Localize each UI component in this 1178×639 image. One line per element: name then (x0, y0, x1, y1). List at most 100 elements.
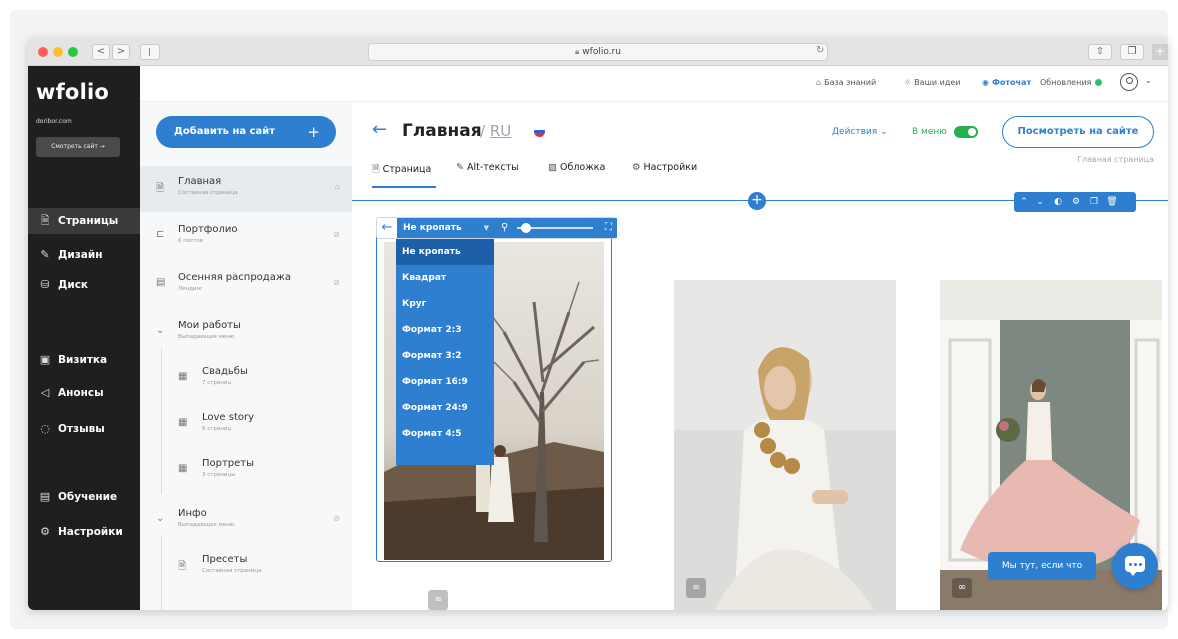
page-item-info[interactable]: ⌄ Инфо Выпадающее меню ⊘ (140, 498, 352, 544)
page-name: Пресеты (202, 554, 248, 565)
sidebar-item-design[interactable]: ✎ Дизайн (28, 242, 140, 268)
tab-settings[interactable]: ⚙ Настройки (632, 162, 697, 173)
share-icon[interactable]: ⇧ (1088, 44, 1112, 60)
grid-icon: ▦ (178, 463, 188, 474)
back-arrow-icon[interactable]: ← (372, 119, 387, 140)
duplicate-icon[interactable]: ❐ (1088, 192, 1100, 212)
knowledge-base-label: База знаний (824, 78, 877, 87)
crop-mode-select[interactable]: Не кропать ▼ (397, 218, 495, 238)
page-type: 3 страницы (202, 472, 236, 478)
back-button[interactable]: < (92, 44, 110, 60)
sidebar-item-label: Отзывы (58, 423, 105, 435)
in-menu-toggle[interactable] (954, 126, 978, 138)
chevron-down-icon: ▼ (483, 224, 489, 232)
updates-link[interactable]: Обновления (1040, 78, 1103, 87)
chevron-down-icon[interactable]: ⌄ (1145, 76, 1152, 85)
chevron-down-icon[interactable]: ⌄ (156, 325, 164, 336)
sidebar-item-reviews[interactable]: ◌ Отзывы (28, 416, 140, 442)
home-page-note: Главная страница (1077, 155, 1154, 164)
user-icon[interactable] (1120, 73, 1138, 91)
page-item-portraits[interactable]: ▦ Портреты 3 страницы (140, 448, 352, 494)
sidebar-item-label: Диск (58, 279, 89, 291)
actions-dropdown[interactable]: Действия ⌄ (832, 127, 888, 137)
see-site-button[interactable]: Смотреть сайт → (36, 137, 120, 157)
back-arrow-icon[interactable]: ← (377, 218, 397, 238)
tabs-overview-icon[interactable]: ❐ (1120, 44, 1144, 60)
browser-sidebar-toggle[interactable] (140, 44, 160, 60)
photochat-label: Фоточат (991, 78, 1032, 87)
hidden-eye-icon[interactable]: ⊘ (333, 514, 340, 523)
hidden-eye-icon[interactable]: ⊘ (333, 230, 340, 239)
zoom-slider-handle[interactable] (521, 223, 531, 233)
crop-option[interactable]: Формат 4:5 (396, 421, 494, 447)
palette-icon[interactable]: ◐ (1052, 192, 1064, 212)
page-name: Главная (178, 176, 222, 187)
language-switch[interactable]: / RU (480, 122, 511, 140)
add-block-button[interactable]: + (748, 192, 766, 210)
tab-label: Alt-тексты (466, 162, 519, 173)
page-item-home[interactable]: 🗎 Главная Составная страница ⌂ (140, 166, 352, 212)
tab-label: Страница (382, 164, 432, 175)
chat-dot (1134, 563, 1137, 566)
link-icon[interactable]: ∞ (686, 578, 706, 598)
new-tab-button[interactable]: + (1152, 44, 1168, 60)
tab-cover[interactable]: ▨ Обложка (548, 162, 605, 173)
chevron-up-icon[interactable]: ⌃ (1018, 192, 1030, 212)
page-item-my-works[interactable]: ⌄ Мои работы Выпадающее меню (140, 310, 352, 356)
forward-button[interactable]: > (112, 44, 130, 60)
sidebar-item-pages[interactable]: 🗎 Страницы (28, 208, 140, 234)
add-to-site-button[interactable]: Добавить на сайт + (156, 116, 336, 148)
crop-option[interactable]: Круг (396, 291, 494, 317)
chevron-down-icon[interactable]: ⌄ (1034, 192, 1046, 212)
trash-icon[interactable]: 🗑︎ (1106, 192, 1118, 212)
active-tab-indicator (372, 186, 436, 188)
sidebar-item-announcements[interactable]: ◁ Анонсы (28, 380, 140, 406)
ideas-link[interactable]: ☼ Ваши идеи (904, 78, 960, 87)
lock-icon: 🔒︎ (575, 47, 580, 56)
maximize-window-button[interactable] (68, 47, 78, 57)
photochat-link[interactable]: ◉ Фоточат (982, 78, 1031, 87)
fit-frame-icon[interactable]: ⛶ (605, 218, 612, 238)
crop-option[interactable]: Не кропать (396, 239, 494, 265)
sidebar-item-settings[interactable]: ⚙ Настройки (28, 519, 140, 545)
page-name: Портреты (202, 458, 255, 469)
page-item-autumn-sale[interactable]: ▤ Осенняя распродажа Лендинг ⊘ (140, 262, 352, 308)
updates-label: Обновления (1040, 78, 1092, 87)
knowledge-base-link[interactable]: ⌂ База знаний (816, 78, 876, 87)
add-to-site-label: Добавить на сайт (174, 126, 276, 137)
address-bar[interactable]: 🔒︎ wfolio.ru (368, 43, 828, 61)
page-item-love-story[interactable]: ▦ Love story 6 страниц (140, 402, 352, 448)
tab-alt-texts[interactable]: ✎ Alt-тексты (456, 162, 519, 173)
crop-option[interactable]: Формат 3:2 (396, 343, 494, 369)
reload-icon[interactable]: ↻ (816, 45, 824, 56)
gallery-photo[interactable] (674, 280, 896, 610)
link-icon[interactable]: ∞ (428, 590, 448, 610)
chat-button[interactable] (1112, 543, 1158, 589)
site-domain: doribor.com (36, 118, 72, 125)
sidebar-item-learning[interactable]: ▤ Обучение (28, 484, 140, 510)
page-type: Составная страница (178, 190, 238, 196)
page-item-portfolio[interactable]: ⊏ Портфолио 6 постов ⊘ (140, 214, 352, 260)
chat-prompt[interactable]: Мы тут, если что (988, 552, 1096, 580)
link-icon[interactable]: ∞ (952, 578, 972, 598)
browser-window: < > 🔒︎ wfolio.ru ↻ ⇧ ❐ + wfolio doribor.c… (28, 38, 1168, 610)
view-on-site-button[interactable]: Посмотреть на сайте (1002, 116, 1154, 148)
main-sidebar: wfolio doribor.com Смотреть сайт → 🗎 Стр… (28, 66, 140, 610)
crop-option[interactable]: Формат 24:9 (396, 395, 494, 421)
sidebar-item-card[interactable]: ▣ Визитка (28, 347, 140, 373)
crop-option[interactable]: Формат 2:3 (396, 317, 494, 343)
page-item-presets[interactable]: 🗎 Пресеты Составная страница (140, 544, 352, 590)
minimize-window-button[interactable] (53, 47, 63, 57)
chevron-down-icon[interactable]: ⌄ (156, 513, 164, 524)
gear-icon[interactable]: ⚙ (1070, 192, 1082, 212)
hidden-eye-icon[interactable]: ⊘ (333, 278, 340, 287)
crop-option[interactable]: Формат 16:9 (396, 369, 494, 395)
tab-page[interactable]: 🗎 Страница (372, 162, 431, 178)
russian-flag-icon (534, 126, 545, 137)
close-window-button[interactable] (38, 47, 48, 57)
crop-option[interactable]: Квадрат (396, 265, 494, 291)
sidebar-item-disk[interactable]: ⛁ Диск (28, 272, 140, 298)
page-type: 6 страниц (202, 426, 232, 432)
page-item-weddings[interactable]: ▦ Свадьбы 7 страниц (140, 356, 352, 402)
photo-woman-white-dress (674, 280, 896, 610)
